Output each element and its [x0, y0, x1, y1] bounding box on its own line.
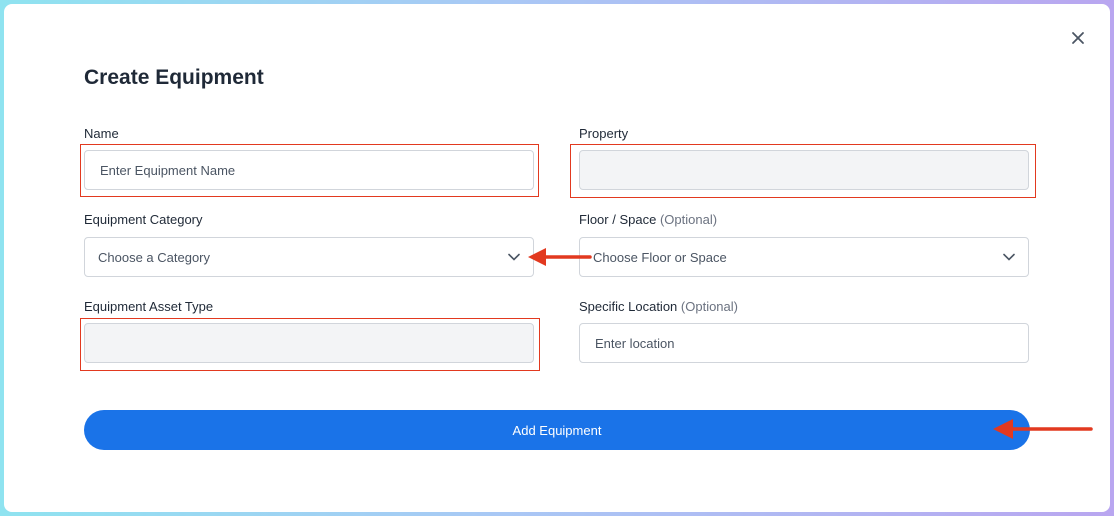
- floor-space-label-text: Floor / Space: [579, 212, 657, 227]
- add-equipment-button[interactable]: Add Equipment: [84, 410, 1030, 450]
- property-highlight-box: [570, 144, 1036, 198]
- submit-arrow-icon: [993, 419, 1093, 439]
- equipment-category-label: Equipment Category: [84, 212, 203, 227]
- floor-space-select[interactable]: Choose Floor or Space: [579, 237, 1029, 277]
- specific-location-input[interactable]: [579, 323, 1029, 363]
- floor-space-optional: (Optional): [659, 212, 718, 227]
- modal-title: Create Equipment: [84, 66, 264, 89]
- asset-type-highlight-box: [80, 318, 540, 371]
- specific-location-optional: (Optional): [680, 299, 738, 314]
- specific-location-label-text: Specific Location: [579, 299, 678, 314]
- floor-space-label: Floor / Space (Optional): [579, 212, 717, 227]
- create-equipment-modal: Create Equipment Name Property Equipment…: [4, 4, 1110, 512]
- category-arrow-icon: [528, 248, 592, 266]
- close-icon: [1072, 32, 1084, 44]
- specific-location-label: Specific Location (Optional): [579, 299, 738, 314]
- chevron-down-icon: [508, 253, 520, 261]
- equipment-asset-type-label: Equipment Asset Type: [84, 299, 214, 314]
- equipment-category-selected: Choose a Category: [98, 249, 211, 265]
- name-highlight-box: [80, 144, 539, 197]
- floor-space-selected: Choose Floor or Space: [593, 249, 727, 265]
- name-label: Name: [84, 126, 119, 141]
- equipment-category-select[interactable]: Choose a Category: [84, 237, 534, 277]
- property-label: Property: [579, 126, 629, 141]
- chevron-down-icon: [1003, 253, 1015, 261]
- close-button[interactable]: [1068, 28, 1088, 48]
